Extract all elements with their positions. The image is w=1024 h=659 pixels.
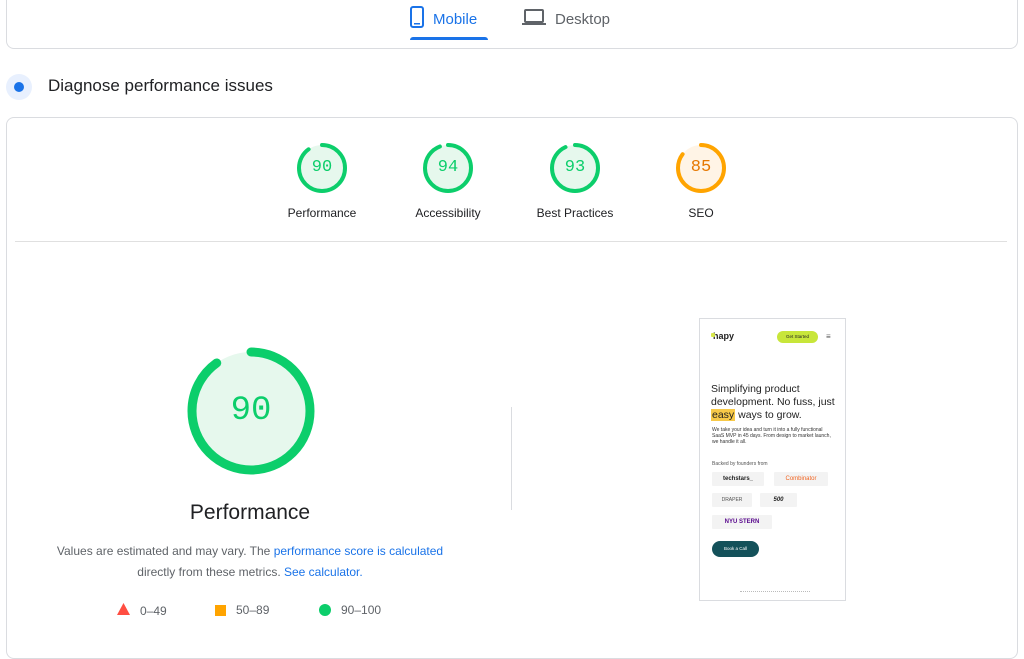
tab-mobile-label: Mobile xyxy=(433,10,478,28)
legend-fail: 0–49 xyxy=(117,603,167,618)
gauge-score: 90 xyxy=(311,158,333,177)
logo-techstars: techstars_ xyxy=(712,472,764,486)
disclaimer-prefix: Values are estimated and may vary. The xyxy=(56,544,271,558)
performance-score-link[interactable]: performance score is calculated xyxy=(274,544,443,558)
logo-draper: DRAPER xyxy=(712,493,752,507)
get-started-button: Get Started xyxy=(777,331,818,343)
smartphone-icon xyxy=(410,5,424,33)
vertical-divider xyxy=(511,407,512,510)
logo-ycombinator: Combinator xyxy=(774,472,828,486)
lighthouse-icon xyxy=(6,74,32,100)
legend-average: 50–89 xyxy=(215,603,269,617)
gauge-accessibility[interactable]: 94 xyxy=(421,141,475,195)
category-label[interactable]: Best Practices xyxy=(515,206,635,220)
legend-label: 90–100 xyxy=(341,603,382,617)
legend-pass: 90–100 xyxy=(319,603,381,617)
legend-label: 0–49 xyxy=(140,603,167,618)
logo-500: 500 xyxy=(760,493,797,507)
performance-gauge-large: 90 xyxy=(186,346,316,476)
performance-title: Performance xyxy=(189,501,311,524)
gauge-score: 94 xyxy=(437,158,459,177)
disclaimer-text: Values are estimated and may vary. The p… xyxy=(30,541,470,583)
tab-mobile[interactable]: Mobile xyxy=(410,0,488,38)
device-tabs: Mobile Desktop xyxy=(0,0,1024,40)
menu-icon: ≡ xyxy=(826,332,831,341)
tab-desktop[interactable]: Desktop xyxy=(522,0,622,38)
disclaimer-mid: directly from these metrics. xyxy=(137,565,281,579)
gauge-seo[interactable]: 85 xyxy=(674,141,728,195)
laptop-icon xyxy=(522,8,546,31)
site-subtext: We take your idea and turn it into a ful… xyxy=(712,427,831,445)
section-title: Diagnose performance issues xyxy=(48,76,273,95)
site-logo: hapy xyxy=(710,331,735,341)
gauge-best-practices[interactable]: 93 xyxy=(548,141,602,195)
category-label[interactable]: SEO xyxy=(641,206,761,220)
section-divider xyxy=(15,241,1007,242)
gauge-score: 93 xyxy=(564,158,586,177)
page-screenshot[interactable]: hapy Get Started ≡ Simplifying product d… xyxy=(699,318,846,601)
tab-desktop-label: Desktop xyxy=(555,10,611,28)
gauge-performance[interactable]: 90 xyxy=(295,141,349,195)
category-label[interactable]: Performance xyxy=(262,206,382,220)
square-icon xyxy=(215,604,226,616)
performance-score: 90 xyxy=(230,392,272,430)
legend-label: 50–89 xyxy=(236,603,270,617)
see-calculator-link[interactable]: See calculator. xyxy=(284,565,363,579)
circle-icon xyxy=(319,604,331,616)
category-label[interactable]: Accessibility xyxy=(388,206,508,220)
footer-dots xyxy=(740,591,810,594)
highlight: easy xyxy=(711,409,736,421)
logo-nyu-stern: NYU STERN xyxy=(712,515,772,529)
triangle-icon xyxy=(117,603,130,618)
site-headline: Simplifying product development. No fuss… xyxy=(711,383,835,421)
active-tab-indicator xyxy=(410,37,488,40)
book-call-button: Book a Call xyxy=(712,541,759,557)
backed-text: Backed by founders from xyxy=(712,461,768,467)
gauge-score: 85 xyxy=(690,158,712,177)
